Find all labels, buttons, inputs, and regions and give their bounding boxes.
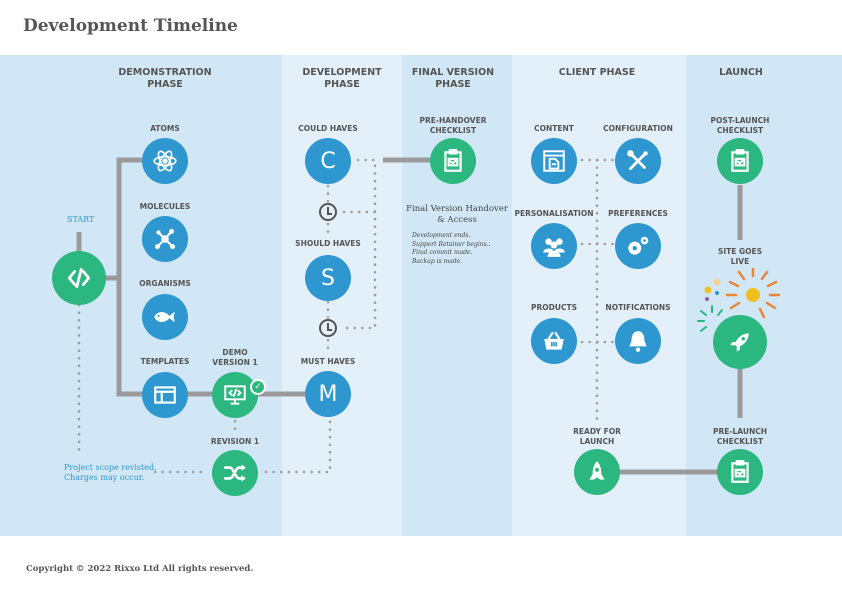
basket-icon [544,331,564,350]
must-haves-label: MUST HAVES [300,357,356,366]
bell-icon [629,331,647,352]
code-icon [67,267,91,289]
pre-launch-label: PRE-LAUNCH CHECKLIST [712,427,768,446]
preferences-label: PREFERENCES [608,209,668,218]
layout-template-icon [154,386,176,404]
scope-note: Project scope revisted. Charges may occu… [64,463,157,482]
pre-launch-node[interactable] [717,449,763,495]
pre-handover-node[interactable] [430,138,476,184]
site-goes-live-node[interactable] [713,315,767,369]
templates-node[interactable] [142,372,188,418]
revision-node[interactable] [212,450,258,496]
phase-heading-launch: LAUNCH [719,67,763,78]
demo-version-node[interactable] [212,372,258,418]
must-haves-node[interactable]: M [305,371,351,417]
notifications-label: NOTIFICATIONS [605,303,671,312]
page-title: Development Timeline [23,16,238,36]
organisms-label: ORGANISMS [139,279,191,288]
products-label: PRODUCTS [531,303,577,312]
personalisation-node[interactable] [531,223,577,269]
atom-icon [153,150,177,172]
personalisation-label: PERSONALISATION [514,209,594,218]
demo-version-label: DEMO VERSION 1 [212,348,258,367]
clock-icon [319,319,337,337]
products-node[interactable] [531,318,577,364]
start-node[interactable] [52,251,106,305]
post-launch-label: POST-LAUNCH CHECKLIST [710,116,770,135]
copyright-footer: Copyright © 2022 Rixxo Ltd All rights re… [26,564,254,574]
clipboard-check-icon [444,149,462,172]
should-haves-node[interactable]: S [305,255,351,301]
web-page-icon [543,150,565,172]
should-letter: S [321,265,335,291]
molecule-icon [154,228,176,250]
handover-notes: Development ends. Support Retainer begin… [412,232,491,265]
content-label: CONTENT [534,124,574,133]
content-node[interactable] [531,138,577,184]
shuffle-icon [223,464,246,482]
ready-for-launch-label: READY FOR LAUNCH [573,427,621,446]
rocket-icon [589,461,605,480]
molecules-node[interactable] [142,216,188,262]
molecules-label: MOLECULES [139,202,191,211]
phase-heading-client: CLIENT PHASE [558,67,636,78]
clipboard-check-icon [731,149,749,172]
ready-for-launch-node[interactable] [574,449,620,495]
monitor-code-icon [224,385,246,405]
templates-label: TEMPLATES [140,357,190,366]
fish-icon [154,311,175,323]
clipboard-check-icon [731,460,749,483]
configuration-label: CONFIGURATION [603,124,673,133]
clock-icon [319,203,337,221]
atoms-node[interactable] [142,138,188,184]
organisms-node[interactable] [142,294,188,340]
pre-handover-label: PRE-HANDOVER CHECKLIST [419,116,487,135]
phase-heading-demonstration: DEMONSTRATION PHASE [118,67,212,90]
check-badge-icon: ✓ [250,379,266,395]
could-haves-node[interactable]: C [305,138,351,184]
site-goes-live-label: SITE GOES LIVE [717,247,763,266]
should-haves-label: SHOULD HAVES [295,239,361,248]
must-letter: M [318,381,338,407]
revision-label: REVISION 1 [210,437,260,446]
phase-heading-development: DEVELOPMENT PHASE [302,67,382,90]
handover-title: Final Version Handover & Access [406,204,508,225]
post-launch-node[interactable] [717,138,763,184]
could-letter: C [320,148,336,174]
configuration-node[interactable] [615,138,661,184]
notifications-node[interactable] [615,318,661,364]
users-icon [543,238,565,257]
could-haves-label: COULD HAVES [298,124,358,133]
start-label: START [67,215,95,224]
preferences-node[interactable] [615,223,661,269]
rocket-launch-icon [730,333,749,352]
phase-heading-final-version: FINAL VERSION PHASE [411,67,495,90]
gears-icon [628,236,649,255]
tools-icon [627,150,648,170]
atoms-label: ATOMS [150,124,180,133]
